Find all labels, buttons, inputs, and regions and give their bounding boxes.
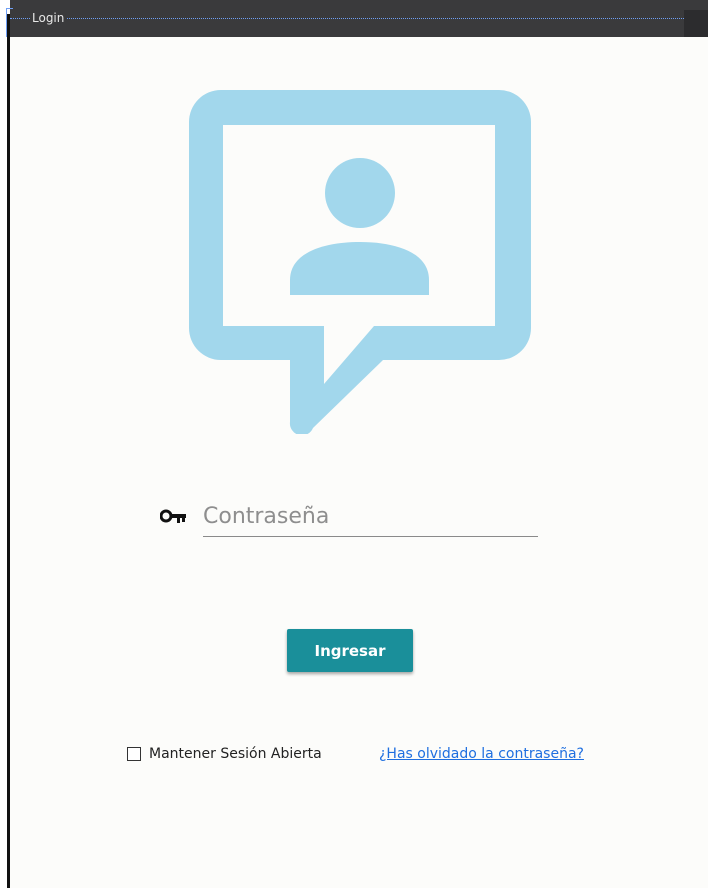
remember-session-row[interactable]: Mantener Sesión Abierta xyxy=(127,742,322,766)
title-bar-control xyxy=(684,10,708,37)
key-icon xyxy=(159,508,188,526)
user-body-shape xyxy=(290,242,429,295)
remember-session-label: Mantener Sesión Abierta xyxy=(149,746,322,762)
password-input[interactable] xyxy=(203,496,538,537)
title-bar-corner xyxy=(6,8,13,37)
user-speech-bubble-icon xyxy=(189,90,531,436)
window-left-border xyxy=(0,0,10,888)
login-button[interactable]: Ingresar xyxy=(287,629,413,672)
password-row xyxy=(159,496,540,538)
user-head-shape xyxy=(325,158,395,228)
window-title: Login xyxy=(30,10,67,26)
title-bar-dotted-line xyxy=(10,18,708,19)
login-window: Login Ingresar Mantener Sesión Abierta ¿… xyxy=(0,0,708,888)
remember-session-checkbox[interactable] xyxy=(127,747,141,761)
title-bar: Login xyxy=(6,0,708,37)
forgot-password-link[interactable]: ¿Has olvidado la contraseña? xyxy=(379,744,584,764)
